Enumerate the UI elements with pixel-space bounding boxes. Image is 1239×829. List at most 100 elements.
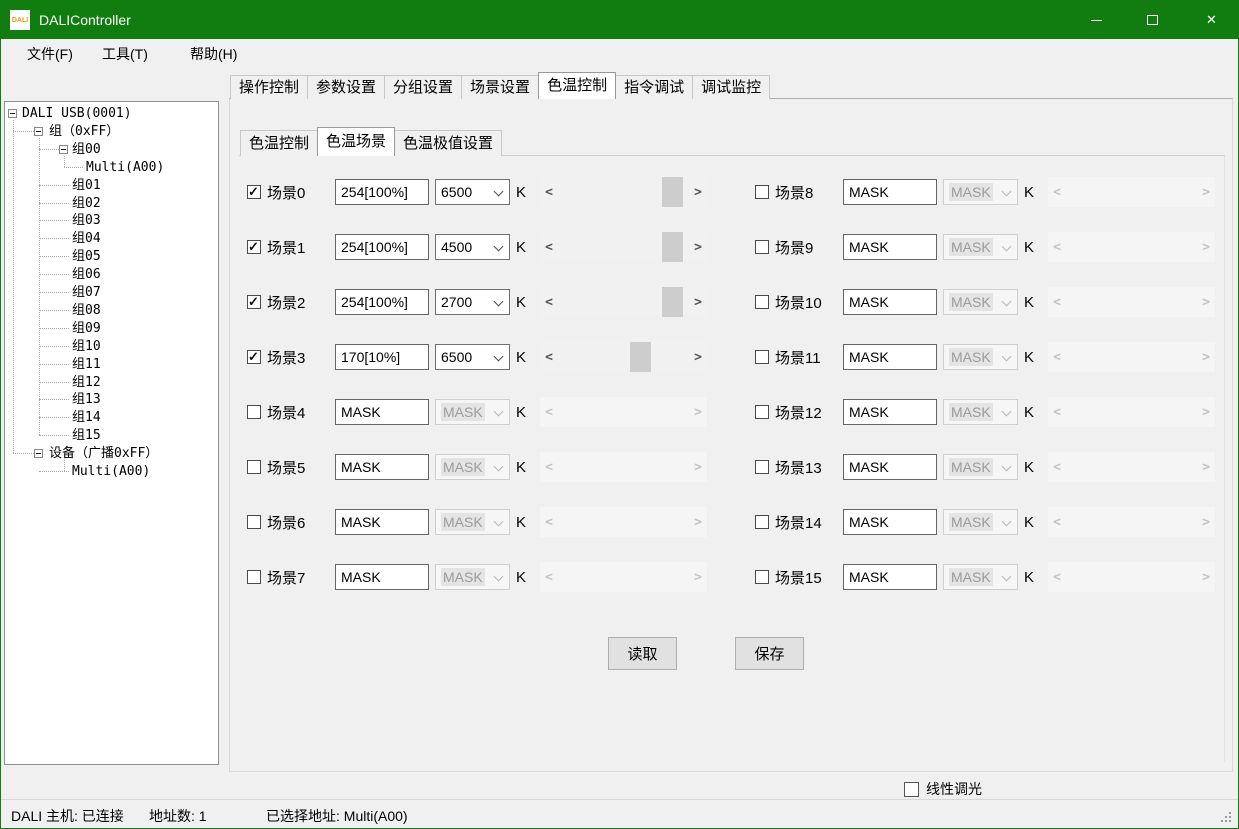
read-button[interactable]: 读取 [608,637,677,670]
scrollbar-thumb[interactable] [630,342,651,372]
tree-node[interactable]: 组11 [72,356,101,373]
scroll-left-icon[interactable]: < [540,460,558,475]
cct-scrollbar[interactable]: <> [540,452,707,482]
scroll-left-icon[interactable]: < [1048,295,1066,310]
menu-item-0[interactable]: 文件(F) [23,44,77,65]
cct-scrollbar[interactable]: <> [1048,287,1215,317]
scene-checkbox[interactable] [755,295,769,309]
minimize-button[interactable] [1073,1,1120,39]
scroll-right-icon[interactable]: > [1197,570,1215,585]
scrollbar-thumb[interactable] [662,287,683,317]
scroll-right-icon[interactable]: > [689,350,707,365]
scene-level-input[interactable] [335,234,429,260]
sub-tab-1[interactable]: 色温场景 [317,127,395,156]
scene-cct-combo[interactable]: MASK [435,399,510,425]
scene-checkbox[interactable] [247,405,261,419]
scrollbar-thumb[interactable] [662,232,683,262]
scroll-right-icon[interactable]: > [1197,240,1215,255]
linear-dimming-checkbox[interactable] [904,782,919,797]
scene-level-input[interactable] [335,509,429,535]
tree-node[interactable]: 组14 [72,409,101,426]
scene-level-input[interactable] [843,399,937,425]
scene-cct-combo[interactable]: 6500 [435,344,510,370]
save-button[interactable]: 保存 [735,637,804,670]
scroll-left-icon[interactable]: < [540,295,558,310]
scene-cct-combo[interactable]: MASK [943,454,1018,480]
scroll-right-icon[interactable]: > [689,240,707,255]
tree-node[interactable]: DALI USB(0001) [22,105,132,122]
scrollbar-thumb[interactable] [662,177,683,207]
cct-scrollbar[interactable]: <> [540,342,707,372]
cct-scrollbar[interactable]: <> [540,507,707,537]
sub-tab-0[interactable]: 色温控制 [240,130,318,156]
tree-node[interactable]: 组04 [72,230,101,247]
tree-node[interactable]: Multi(A00) [72,463,150,480]
scroll-right-icon[interactable]: > [689,405,707,420]
tree-node[interactable]: 组（0xFF） [49,123,119,140]
scroll-right-icon[interactable]: > [1197,295,1215,310]
scroll-left-icon[interactable]: < [540,240,558,255]
scene-checkbox[interactable]: ✓ [247,185,261,199]
scene-cct-combo[interactable]: MASK [435,564,510,590]
scene-checkbox[interactable] [247,515,261,529]
cct-scrollbar[interactable]: <> [1048,562,1215,592]
scroll-left-icon[interactable]: < [540,570,558,585]
scene-level-input[interactable] [843,344,937,370]
cct-scrollbar[interactable]: <> [1048,342,1215,372]
scene-cct-combo[interactable]: 2700 [435,289,510,315]
scene-cct-combo[interactable]: MASK [943,179,1018,205]
tree-node[interactable]: 组05 [72,248,101,265]
scroll-left-icon[interactable]: < [540,185,558,200]
scene-checkbox[interactable] [247,570,261,584]
scroll-right-icon[interactable]: > [1197,460,1215,475]
tree-node[interactable]: 组00 [72,141,101,158]
cct-scrollbar[interactable]: <> [1048,452,1215,482]
tree-expand-box[interactable] [8,109,17,118]
close-button[interactable]: ✕ [1188,1,1235,39]
main-tab-1[interactable]: 参数设置 [307,75,385,99]
cct-scrollbar[interactable]: <> [540,397,707,427]
tree-node[interactable]: 组13 [72,391,101,408]
tree-node[interactable]: 组10 [72,338,101,355]
main-tab-0[interactable]: 操作控制 [230,75,308,99]
menu-item-2[interactable]: 帮助(H) [186,44,241,65]
scene-cct-combo[interactable]: 6500 [435,179,510,205]
tree-node[interactable]: 组08 [72,302,101,319]
cct-scrollbar[interactable]: <> [1048,177,1215,207]
cct-scrollbar[interactable]: <> [540,177,707,207]
menu-item-1[interactable]: 工具(T) [98,44,152,65]
scroll-right-icon[interactable]: > [689,295,707,310]
tree-node[interactable]: 组09 [72,320,101,337]
tree-node[interactable]: Multi(A00) [86,159,164,176]
scene-level-input[interactable] [335,179,429,205]
scroll-left-icon[interactable]: < [1048,570,1066,585]
cct-scrollbar[interactable]: <> [1048,507,1215,537]
scroll-left-icon[interactable]: < [540,350,558,365]
scene-level-input[interactable] [335,454,429,480]
scroll-left-icon[interactable]: < [1048,515,1066,530]
scroll-right-icon[interactable]: > [1197,185,1215,200]
scroll-right-icon[interactable]: > [689,515,707,530]
scene-level-input[interactable] [843,509,937,535]
scene-checkbox[interactable] [755,350,769,364]
scene-checkbox[interactable] [755,185,769,199]
scene-level-input[interactable] [335,564,429,590]
scene-checkbox[interactable] [755,515,769,529]
scroll-right-icon[interactable]: > [689,570,707,585]
tree-node[interactable]: 组03 [72,212,101,229]
main-tab-5[interactable]: 指令调试 [615,75,693,99]
maximize-button[interactable] [1129,1,1176,39]
scroll-left-icon[interactable]: < [1048,240,1066,255]
tree-node[interactable]: 组02 [72,195,101,212]
scroll-right-icon[interactable]: > [1197,405,1215,420]
scene-cct-combo[interactable]: MASK [943,509,1018,535]
scene-cct-combo[interactable]: MASK [943,399,1018,425]
scene-cct-combo[interactable]: MASK [943,289,1018,315]
scene-cct-combo[interactable]: MASK [943,344,1018,370]
main-tab-4[interactable]: 色温控制 [538,72,616,99]
scene-level-input[interactable] [843,564,937,590]
tree-node[interactable]: 组07 [72,284,101,301]
scene-cct-combo[interactable]: MASK [435,454,510,480]
scene-checkbox[interactable] [755,405,769,419]
scroll-left-icon[interactable]: < [1048,185,1066,200]
